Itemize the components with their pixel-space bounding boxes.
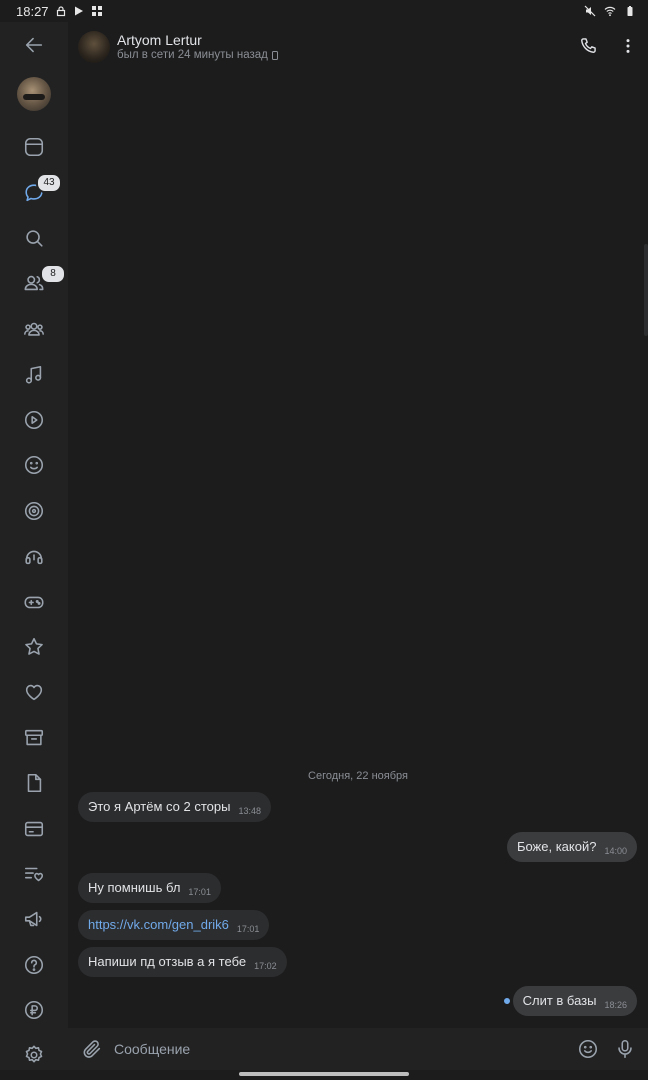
sidebar-item-payments[interactable]: [20, 815, 48, 843]
podcasts-icon: [25, 550, 43, 565]
communities-icon: [24, 322, 44, 336]
video-icon: [24, 410, 44, 430]
message-text: Это я Артём со 2 сторы: [88, 799, 231, 814]
more-button[interactable]: [614, 32, 642, 60]
vk-pay-ruble-icon: [24, 1000, 44, 1020]
home-gesture-handle[interactable]: [239, 1072, 409, 1076]
sidebar-item-podcasts[interactable]: [20, 542, 48, 570]
message-input[interactable]: [114, 1039, 554, 1059]
emoji-button[interactable]: [574, 1035, 602, 1063]
message-link[interactable]: https://vk.com/gen_drik6: [88, 910, 229, 940]
sidebar-item-wishlist[interactable]: [20, 860, 48, 888]
chat-header: Artyom Lertur был в сети 24 минуты назад: [68, 22, 648, 74]
message-time: 14:00: [604, 846, 627, 856]
likes-heart-icon: [25, 684, 43, 701]
sidebar-item-bookmarks[interactable]: [20, 633, 48, 661]
sidebar-item-documents[interactable]: [20, 769, 48, 797]
message-time: 17:01: [188, 887, 211, 897]
sidebar-item-archive[interactable]: [20, 724, 48, 752]
message-time: 17:01: [236, 924, 260, 934]
sidebar-item-vk-pay[interactable]: [20, 996, 48, 1024]
payments-card-icon: [24, 821, 44, 837]
back-arrow-icon: [25, 37, 43, 53]
scroll-handle[interactable]: [644, 244, 648, 336]
call-button[interactable]: [574, 32, 602, 60]
message-time: 18:26: [604, 1000, 627, 1010]
bookmarks-star-icon: [25, 637, 43, 655]
message-text: Ну помнишь бл: [88, 880, 181, 895]
sidebar: 43 8: [0, 22, 68, 1070]
ads-megaphone-icon: [24, 911, 42, 927]
play-store-icon: [74, 6, 83, 16]
sidebar-item-games[interactable]: [20, 588, 48, 616]
message-text: Напиши пд отзыв а я тебе: [88, 954, 247, 969]
battery-icon: [627, 6, 633, 16]
chat-avatar[interactable]: [78, 31, 110, 63]
messages-badge: 43: [36, 173, 62, 193]
sidebar-item-messages[interactable]: 43: [20, 173, 62, 207]
back-button[interactable]: [20, 31, 48, 59]
attach-button[interactable]: [78, 1035, 106, 1063]
archive-icon: [24, 729, 44, 746]
message-bubble[interactable]: Боже, какой? 14:00: [506, 832, 637, 862]
mobile-device-icon: [271, 50, 278, 60]
message-time: 17:02: [254, 961, 277, 971]
stickers-icon: [24, 455, 44, 475]
target-icon: [24, 501, 44, 521]
wifi-icon: [604, 6, 616, 17]
music-icon: [25, 365, 42, 384]
sidebar-item-settings[interactable]: [20, 1041, 48, 1069]
documents-icon: [27, 773, 42, 793]
news-icon: [24, 137, 44, 157]
sidebar-item-stickers[interactable]: [20, 451, 48, 479]
message-text: Боже, какой?: [516, 839, 597, 854]
system-nav-bar: [0, 1070, 648, 1080]
sidebar-item-likes[interactable]: [20, 678, 48, 706]
apps-grid-icon: [91, 6, 102, 16]
help-icon: [24, 955, 44, 975]
chat-name[interactable]: Artyom Lertur: [117, 32, 202, 48]
microphone-icon: [618, 1039, 632, 1059]
wishlist-icon: [24, 867, 44, 882]
search-icon: [26, 230, 43, 247]
message-bubble[interactable]: Напиши пд отзыв а я тебе 17:02: [78, 947, 287, 977]
sidebar-item-friends[interactable]: 8: [20, 264, 66, 297]
composer: [68, 1028, 648, 1070]
games-icon: [24, 596, 44, 609]
chat-status: был в сети 24 минуты назад: [117, 49, 278, 61]
sidebar-item-search[interactable]: [20, 224, 48, 252]
message-bubble[interactable]: Слит в базы 18:26: [512, 986, 637, 1016]
sidebar-item-ads[interactable]: [20, 905, 48, 933]
message-bubble[interactable]: Ну помнишь бл 17:01: [78, 873, 221, 903]
voice-message-button[interactable]: [611, 1035, 639, 1063]
mute-icon: [584, 5, 596, 17]
last-seen-text: был в сети 24 минуты назад: [117, 49, 268, 61]
message-bubble[interactable]: Это я Артём со 2 сторы 13:48: [78, 792, 271, 822]
unread-indicator: [504, 998, 510, 1004]
status-bar: 18:27: [0, 0, 648, 22]
sidebar-item-communities[interactable]: [20, 315, 48, 343]
more-vertical-icon: [626, 39, 630, 53]
settings-gear-icon: [25, 1045, 43, 1063]
profile-avatar[interactable]: [17, 77, 51, 111]
friends-badge: 8: [40, 264, 66, 284]
message-text: Слит в базы: [522, 993, 597, 1008]
message-time: 13:48: [238, 806, 261, 816]
status-time: 18:27: [16, 3, 49, 19]
message-bubble[interactable]: https://vk.com/gen_drik6 17:01: [78, 910, 270, 940]
sidebar-item-video[interactable]: [20, 406, 48, 434]
phone-icon: [581, 38, 596, 53]
sidebar-item-target[interactable]: [20, 497, 48, 525]
sidebar-item-news[interactable]: [20, 133, 48, 161]
paperclip-icon: [83, 1040, 101, 1058]
sidebar-item-help[interactable]: [20, 951, 48, 979]
message-list[interactable]: Сегодня, 22 ноября Это я Артём со 2 стор…: [68, 74, 648, 1028]
emoji-smile-icon: [578, 1039, 598, 1059]
lock-icon: [56, 6, 65, 17]
sidebar-item-music[interactable]: [20, 361, 48, 389]
date-separator: Сегодня, 22 ноября: [308, 770, 408, 782]
